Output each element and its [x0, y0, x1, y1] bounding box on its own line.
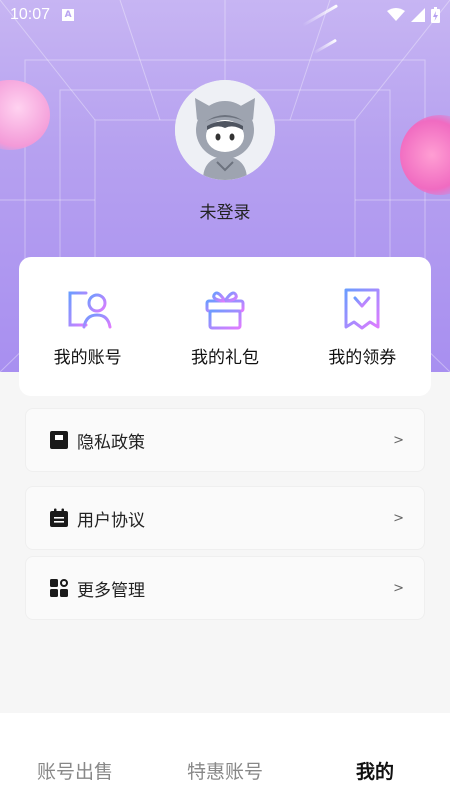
privacy-icon — [50, 431, 68, 449]
menu-item-more-manage[interactable]: 更多管理 > — [25, 556, 425, 620]
status-bar: 10:07 A — [0, 0, 450, 30]
login-status-text[interactable]: 未登录 — [0, 198, 450, 223]
more-manage-icon — [50, 579, 68, 597]
wifi-icon — [387, 8, 405, 21]
nav-tab-mine[interactable]: 我的 — [300, 729, 450, 784]
nav-tab-discount-account[interactable]: 特惠账号 — [150, 729, 300, 784]
menu-item-agreement[interactable]: 用户协议 > — [25, 486, 425, 550]
menu-label-more-manage: 更多管理 — [77, 580, 145, 601]
quick-label-account: 我的账号 — [53, 348, 122, 368]
gift-icon — [205, 291, 245, 330]
quick-label-coupon: 我的领券 — [328, 348, 397, 368]
chevron-right-icon: > — [393, 510, 404, 526]
menu-label-privacy: 隐私政策 — [77, 432, 145, 453]
quick-label-gift: 我的礼包 — [190, 348, 259, 368]
battery-charging-icon — [431, 7, 440, 23]
avatar[interactable] — [175, 80, 275, 180]
cat-hood-avatar-icon — [175, 80, 275, 180]
status-time: 10:07 — [10, 6, 51, 23]
bottom-navigation: 账号出售 特惠账号 我的 — [0, 713, 450, 800]
menu-label-agreement: 用户协议 — [77, 510, 145, 531]
chevron-right-icon: > — [393, 432, 404, 448]
chevron-right-icon: > — [393, 580, 404, 596]
notification-a-icon: A — [62, 9, 75, 21]
quick-actions-card: 我的账号 我的礼包 我的领券 — [19, 257, 431, 396]
nav-tab-account-sale[interactable]: 账号出售 — [0, 729, 150, 784]
account-icon — [68, 291, 112, 329]
coupon-icon — [344, 288, 380, 330]
agreement-icon — [50, 508, 68, 527]
quick-item-gift[interactable]: 我的礼包 — [165, 285, 285, 368]
quick-item-account[interactable]: 我的账号 — [28, 285, 148, 368]
signal-icon — [411, 8, 425, 22]
quick-item-coupon[interactable]: 我的领券 — [302, 285, 422, 368]
menu-item-privacy[interactable]: 隐私政策 > — [25, 408, 425, 472]
